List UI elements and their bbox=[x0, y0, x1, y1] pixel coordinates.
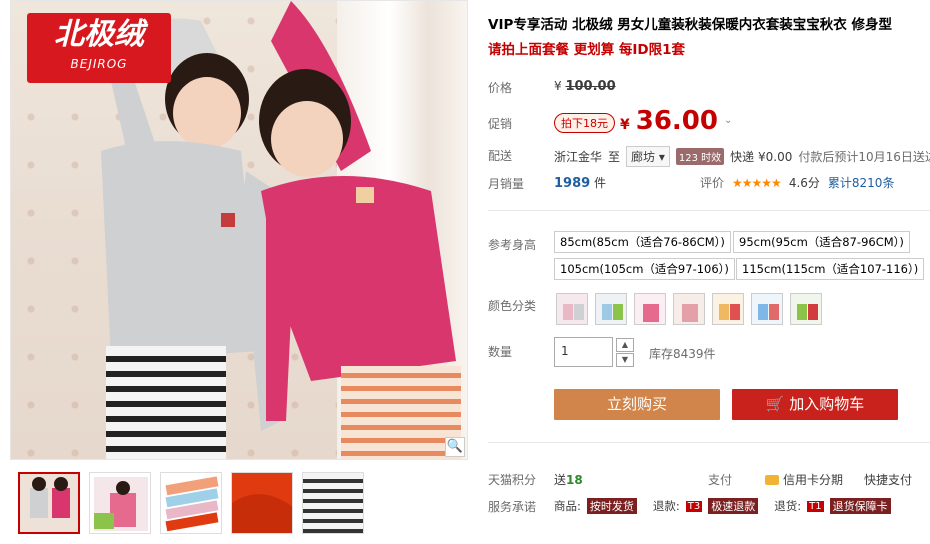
divider bbox=[488, 442, 930, 443]
ship-to-dropdown[interactable]: 廊坊 ▾ bbox=[626, 146, 670, 167]
original-price-currency: ¥ bbox=[554, 79, 562, 93]
thumbnail-1[interactable] bbox=[18, 472, 80, 534]
thumbnail-4[interactable] bbox=[231, 472, 293, 534]
return-guarantee-badge[interactable]: 退货保障卡 bbox=[829, 498, 891, 514]
express-fee: 快递 ¥0.00 bbox=[730, 150, 793, 164]
original-price: ¥ 100.00 bbox=[554, 79, 616, 94]
credit-installment[interactable]: 信用卡分期 bbox=[765, 471, 843, 488]
rating-info: 评价 ★★★★★ 4.6分 累计8210条 bbox=[700, 174, 894, 191]
brand-logo-en: BEJIROG bbox=[70, 57, 128, 71]
color-swatch-4[interactable] bbox=[673, 293, 705, 325]
thumbnail-3[interactable] bbox=[160, 472, 222, 534]
color-swatch-2[interactable] bbox=[595, 293, 627, 325]
quantity-input[interactable]: 1 bbox=[554, 337, 613, 367]
payment-label: 支付 bbox=[708, 473, 733, 487]
brand-logo: 北极绒 BEJIROG bbox=[27, 13, 171, 83]
chevron-down-icon[interactable]: ⌄ bbox=[724, 115, 732, 126]
divider bbox=[488, 210, 930, 211]
credit-card-icon bbox=[765, 474, 779, 485]
tmall-points: 送18 bbox=[554, 471, 583, 488]
review-count-link[interactable]: 累计8210条 bbox=[828, 174, 895, 191]
promo-badge: 拍下18元 bbox=[554, 113, 615, 133]
rating-score: 4.6分 bbox=[788, 176, 820, 190]
color-swatch-1[interactable] bbox=[556, 293, 588, 325]
cart-icon: 🛒 bbox=[765, 395, 785, 413]
rating-label: 评价 bbox=[700, 176, 725, 190]
t3-badge: T3 bbox=[685, 500, 703, 512]
product-title: VIP专享活动 北极绒 男女儿童装秋装保暖内衣套装宝宝秋衣 修身型 bbox=[488, 17, 892, 33]
shipping-info: 浙江金华 至 廊坊 ▾ 123 时效 快递 ¥0.00 付款后预计10月16日送… bbox=[554, 146, 930, 167]
on-time-delivery-badge[interactable]: 按时发货 bbox=[586, 498, 637, 514]
size-option-95[interactable]: 95cm(95cm（适合87-96CM）) bbox=[733, 231, 910, 253]
color-swatch-5[interactable] bbox=[712, 293, 744, 325]
refund-label: 退款: bbox=[652, 499, 680, 513]
buy-now-button[interactable]: 立刻购买 bbox=[554, 389, 720, 420]
current-price-currency: ¥ bbox=[620, 117, 630, 133]
thumbnail-strip bbox=[18, 472, 364, 534]
quantity-up-icon[interactable]: ▲ bbox=[616, 338, 634, 352]
size-label: 参考身高 bbox=[488, 238, 537, 252]
delivery-note: 付款后预计10月16日送达 bbox=[798, 150, 930, 164]
monthly-sales-count: 1989 bbox=[554, 176, 591, 191]
color-swatch-7[interactable] bbox=[790, 293, 822, 325]
quantity-down-icon[interactable]: ▼ bbox=[616, 353, 634, 367]
thumbnail-2[interactable] bbox=[89, 472, 151, 534]
add-to-cart-button[interactable]: 🛒 加入购物车 bbox=[732, 389, 898, 420]
tmall-points-label: 天猫积分 bbox=[488, 473, 537, 487]
thumbnail-5[interactable] bbox=[302, 472, 364, 534]
fast-refund-badge[interactable]: 极速退款 bbox=[708, 498, 759, 514]
monthly-sales-label: 月销量 bbox=[488, 177, 525, 191]
ship-to-word: 至 bbox=[608, 150, 621, 164]
t1-badge: T1 bbox=[807, 500, 824, 512]
zoom-icon[interactable]: 🔍 bbox=[445, 437, 465, 457]
points-prefix: 送 bbox=[554, 473, 567, 487]
striped-pants bbox=[106, 346, 226, 459]
goods-label: 商品: bbox=[554, 499, 581, 513]
product-subtitle: 请拍上面套餐 更划算 每ID限1套 bbox=[488, 42, 686, 58]
ship-label: 配送 bbox=[488, 149, 513, 163]
add-to-cart-label: 加入购物车 bbox=[789, 395, 865, 413]
points-value: 18 bbox=[566, 473, 583, 487]
monthly-sales: 1989 件 bbox=[554, 174, 606, 191]
current-price: ¥36.00 bbox=[620, 106, 718, 136]
quantity-label: 数量 bbox=[488, 345, 513, 359]
brand-logo-cn: 北极绒 bbox=[54, 17, 144, 52]
color-swatch-3[interactable] bbox=[634, 293, 666, 325]
ship-from: 浙江金华 bbox=[554, 150, 603, 164]
size-option-85[interactable]: 85cm(85cm（适合76-86CM）) bbox=[554, 231, 731, 253]
service-promises: 商品: 按时发货 退款: T3 极速退款 退货: T1 退货保障卡 bbox=[554, 498, 891, 514]
size-option-105[interactable]: 105cm(105cm（适合97-106）) bbox=[554, 258, 735, 280]
stock-count: 库存8439件 bbox=[649, 347, 716, 361]
current-price-value: 36.00 bbox=[635, 106, 718, 136]
service-label: 服务承诺 bbox=[488, 500, 537, 514]
original-price-value: 100.00 bbox=[565, 79, 616, 94]
price-label: 价格 bbox=[488, 81, 513, 95]
monthly-sales-unit: 件 bbox=[594, 176, 607, 190]
credit-installment-label: 信用卡分期 bbox=[783, 473, 844, 487]
dropdown-arrow-icon: ▾ bbox=[658, 150, 665, 164]
promo-label: 促销 bbox=[488, 117, 513, 131]
color-swatch-6[interactable] bbox=[751, 293, 783, 325]
ship-to-value: 廊坊 bbox=[631, 150, 656, 164]
orange-striped-pants bbox=[341, 366, 461, 459]
product-gallery: 北极绒 BEJIROG 🔍 bbox=[10, 0, 468, 544]
color-label: 颜色分类 bbox=[488, 299, 537, 313]
delivery-time-tag: 123 时效 bbox=[675, 148, 725, 165]
quick-pay-link[interactable]: 快捷支付 bbox=[864, 471, 912, 488]
size-option-115[interactable]: 115cm(115cm（适合107-116）) bbox=[736, 258, 925, 280]
star-rating-icon: ★★★★★ bbox=[732, 175, 782, 190]
return-label: 退货: bbox=[774, 499, 802, 513]
main-product-image[interactable]: 北极绒 BEJIROG 🔍 bbox=[10, 0, 468, 460]
